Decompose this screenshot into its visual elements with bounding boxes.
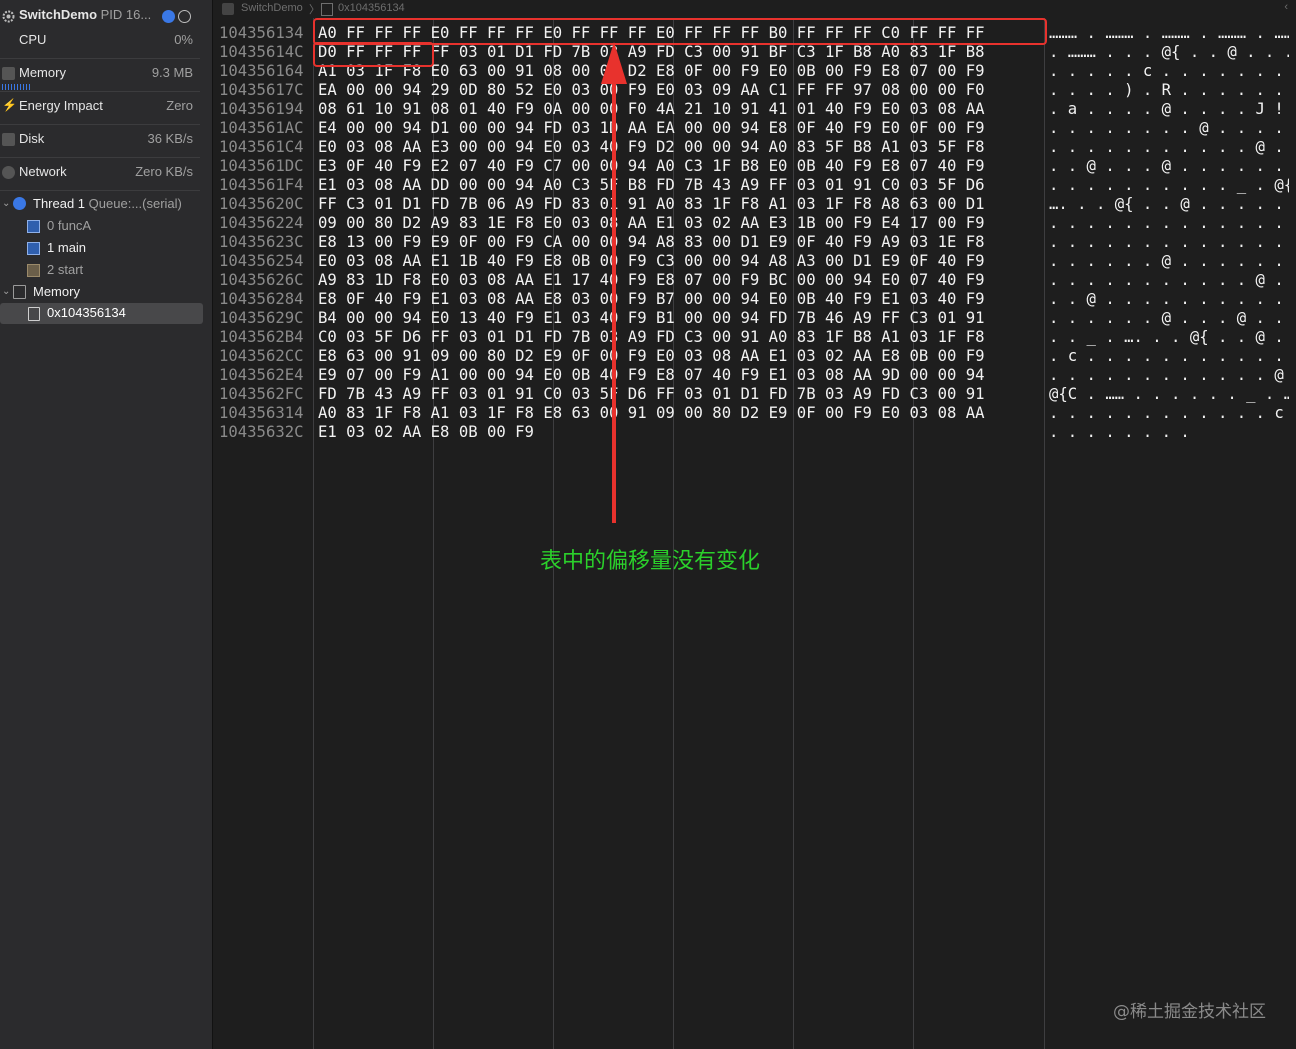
watermark: @稀土掘金技术社区 <box>1113 1002 1266 1022</box>
annotation-label: 表中的偏移量没有变化 <box>540 549 761 574</box>
annotation-arrow <box>601 42 627 523</box>
